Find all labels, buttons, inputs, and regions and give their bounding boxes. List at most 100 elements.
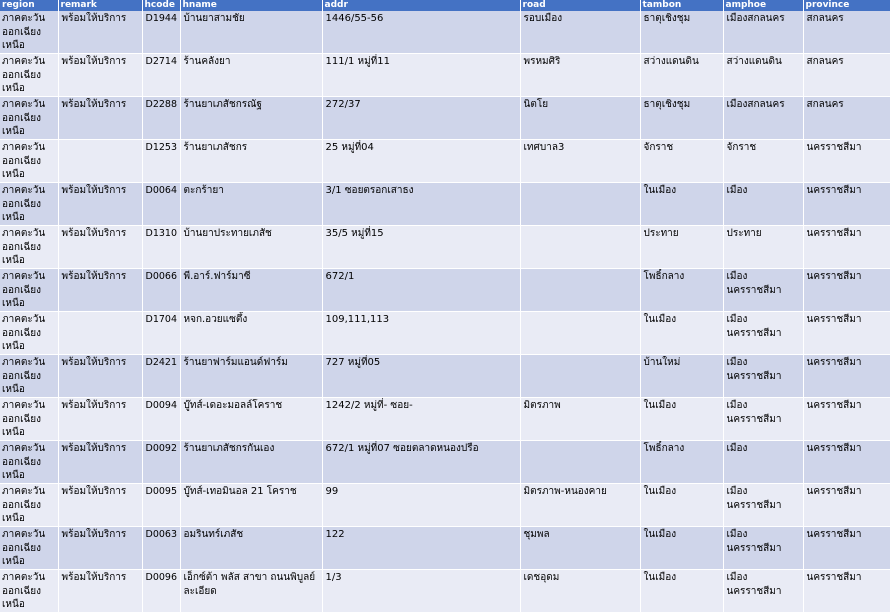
cell-road[interactable]	[520, 182, 641, 226]
cell-tambon[interactable]: จักราช	[640, 139, 724, 183]
cell-tambon[interactable]: ในเมือง	[640, 311, 724, 355]
cell-amphoe[interactable]: เมืองสกลนคร	[723, 96, 804, 140]
cell-hcode[interactable]: D2421	[142, 354, 181, 398]
cell-addr[interactable]: 1/3	[322, 569, 521, 613]
cell-road[interactable]	[520, 268, 641, 312]
cell-addr[interactable]: 1242/2 หมู่ที่- ซอย-	[322, 397, 521, 441]
cell-road[interactable]	[520, 440, 641, 484]
cell-amphoe[interactable]: เมือง	[723, 182, 804, 226]
cell-addr[interactable]: 672/1 หมู่ที่07 ซอยตลาดหนองปรือ	[322, 440, 521, 484]
cell-region[interactable]: ภาคตะวันออกเฉียงเหนือ	[0, 268, 59, 312]
cell-road[interactable]	[520, 354, 641, 398]
cell-tambon[interactable]: โพธิ์กลาง	[640, 440, 724, 484]
cell-hcode[interactable]: D0095	[142, 483, 181, 527]
cell-hcode[interactable]: D0092	[142, 440, 181, 484]
cell-remark[interactable]: พร้อมให้บริการ	[58, 440, 143, 484]
cell-hname[interactable]: บ้านยาประทายเภสัช	[180, 225, 323, 269]
cell-hcode[interactable]: D0096	[142, 569, 181, 613]
cell-tambon[interactable]: ในเมือง	[640, 569, 724, 613]
cell-tambon[interactable]: ในเมือง	[640, 483, 724, 527]
cell-hcode[interactable]: D0094	[142, 397, 181, 441]
cell-remark[interactable]: พร้อมให้บริการ	[58, 483, 143, 527]
cell-addr[interactable]: 3/1 ซอยตรอกเสาธง	[322, 182, 521, 226]
cell-province[interactable]: นครราชสีมา	[803, 354, 890, 398]
cell-region[interactable]: ภาคตะวันออกเฉียงเหนือ	[0, 397, 59, 441]
cell-region[interactable]: ภาคตะวันออกเฉียงเหนือ	[0, 182, 59, 226]
cell-addr[interactable]: 35/5 หมู่ที่15	[322, 225, 521, 269]
cell-region[interactable]: ภาคตะวันออกเฉียงเหนือ	[0, 11, 59, 54]
cell-region[interactable]: ภาคตะวันออกเฉียงเหนือ	[0, 225, 59, 269]
cell-hname[interactable]: ร้านยาฟาร์มแอนด์ฟาร์ม	[180, 354, 323, 398]
cell-amphoe[interactable]: เมืองนครราชสีมา	[723, 483, 804, 527]
column-header-hcode[interactable]: hcode	[142, 0, 181, 11]
cell-region[interactable]: ภาคตะวันออกเฉียงเหนือ	[0, 53, 59, 97]
cell-tambon[interactable]: สว่างแดนดิน	[640, 53, 724, 97]
cell-amphoe[interactable]: ประทาย	[723, 225, 804, 269]
cell-amphoe[interactable]: เมืองสกลนคร	[723, 11, 804, 54]
cell-tambon[interactable]: โพธิ์กลาง	[640, 268, 724, 312]
cell-amphoe[interactable]: เมืองนครราชสีมา	[723, 354, 804, 398]
cell-amphoe[interactable]: เมืองนครราชสีมา	[723, 311, 804, 355]
cell-region[interactable]: ภาคตะวันออกเฉียงเหนือ	[0, 440, 59, 484]
cell-remark[interactable]: พร้อมให้บริการ	[58, 96, 143, 140]
cell-region[interactable]: ภาคตะวันออกเฉียงเหนือ	[0, 354, 59, 398]
cell-remark[interactable]: พร้อมให้บริการ	[58, 182, 143, 226]
column-header-addr[interactable]: addr	[322, 0, 521, 11]
column-header-tambon[interactable]: tambon	[640, 0, 724, 11]
cell-remark[interactable]: พร้อมให้บริการ	[58, 11, 143, 54]
cell-hcode[interactable]: D2288	[142, 96, 181, 140]
cell-remark[interactable]: พร้อมให้บริการ	[58, 569, 143, 613]
cell-hcode[interactable]: D1310	[142, 225, 181, 269]
column-header-remark[interactable]: remark	[58, 0, 143, 11]
cell-region[interactable]: ภาคตะวันออกเฉียงเหนือ	[0, 311, 59, 355]
cell-hname[interactable]: บู๊ทส์-เทอมินอล 21 โคราช	[180, 483, 323, 527]
cell-remark[interactable]: พร้อมให้บริการ	[58, 397, 143, 441]
cell-hcode[interactable]: D1944	[142, 11, 181, 54]
cell-region[interactable]: ภาคตะวันออกเฉียงเหนือ	[0, 96, 59, 140]
cell-tambon[interactable]: ในเมือง	[640, 182, 724, 226]
cell-remark[interactable]: พร้อมให้บริการ	[58, 526, 143, 570]
cell-remark[interactable]: พร้อมให้บริการ	[58, 225, 143, 269]
cell-remark[interactable]: พร้อมให้บริการ	[58, 354, 143, 398]
cell-tambon[interactable]: ในเมือง	[640, 526, 724, 570]
cell-road[interactable]: นิตโย	[520, 96, 641, 140]
cell-hname[interactable]: ร้านยาเภสัชกร	[180, 139, 323, 183]
cell-region[interactable]: ภาคตะวันออกเฉียงเหนือ	[0, 483, 59, 527]
cell-road[interactable]: เดชอุดม	[520, 569, 641, 613]
cell-road[interactable]: มิตรภาพ	[520, 397, 641, 441]
cell-addr[interactable]: 1446/55-56	[322, 11, 521, 54]
cell-hname[interactable]: บ้านยาสามชัย	[180, 11, 323, 54]
cell-province[interactable]: นครราชสีมา	[803, 440, 890, 484]
cell-province[interactable]: สกลนคร	[803, 53, 890, 97]
column-header-hname[interactable]: hname	[180, 0, 323, 11]
cell-province[interactable]: นครราชสีมา	[803, 225, 890, 269]
cell-hname[interactable]: ตะกร้ายา	[180, 182, 323, 226]
column-header-province[interactable]: province	[803, 0, 890, 11]
cell-road[interactable]	[520, 225, 641, 269]
cell-remark[interactable]	[58, 139, 143, 183]
cell-province[interactable]: นครราชสีมา	[803, 139, 890, 183]
cell-hcode[interactable]: D1704	[142, 311, 181, 355]
column-header-amphoe[interactable]: amphoe	[723, 0, 804, 11]
cell-hcode[interactable]: D1253	[142, 139, 181, 183]
cell-hcode[interactable]: D0063	[142, 526, 181, 570]
cell-province[interactable]: สกลนคร	[803, 11, 890, 54]
cell-addr[interactable]: 672/1	[322, 268, 521, 312]
cell-hname[interactable]: เอ็กซ์ต้า พลัส สาขา ถนนพิบูลย์ละเอียด	[180, 569, 323, 613]
cell-road[interactable]: รอบเมือง	[520, 11, 641, 54]
cell-tambon[interactable]: ในเมือง	[640, 397, 724, 441]
cell-remark[interactable]	[58, 311, 143, 355]
cell-tambon[interactable]: ธาตุเชิงชุม	[640, 96, 724, 140]
cell-region[interactable]: ภาคตะวันออกเฉียงเหนือ	[0, 569, 59, 613]
cell-tambon[interactable]: ธาตุเชิงชุม	[640, 11, 724, 54]
cell-province[interactable]: นครราชสีมา	[803, 569, 890, 613]
cell-addr[interactable]: 111/1 หมู่ที่11	[322, 53, 521, 97]
cell-addr[interactable]: 109,111,113	[322, 311, 521, 355]
cell-province[interactable]: นครราชสีมา	[803, 526, 890, 570]
cell-hname[interactable]: พี.อาร์.ฟาร์มาซี	[180, 268, 323, 312]
cell-province[interactable]: นครราชสีมา	[803, 311, 890, 355]
cell-addr[interactable]: 272/37	[322, 96, 521, 140]
cell-hname[interactable]: หจก.อวยแซตึ้ง	[180, 311, 323, 355]
cell-province[interactable]: นครราชสีมา	[803, 182, 890, 226]
cell-addr[interactable]: 727 หมู่ที่05	[322, 354, 521, 398]
